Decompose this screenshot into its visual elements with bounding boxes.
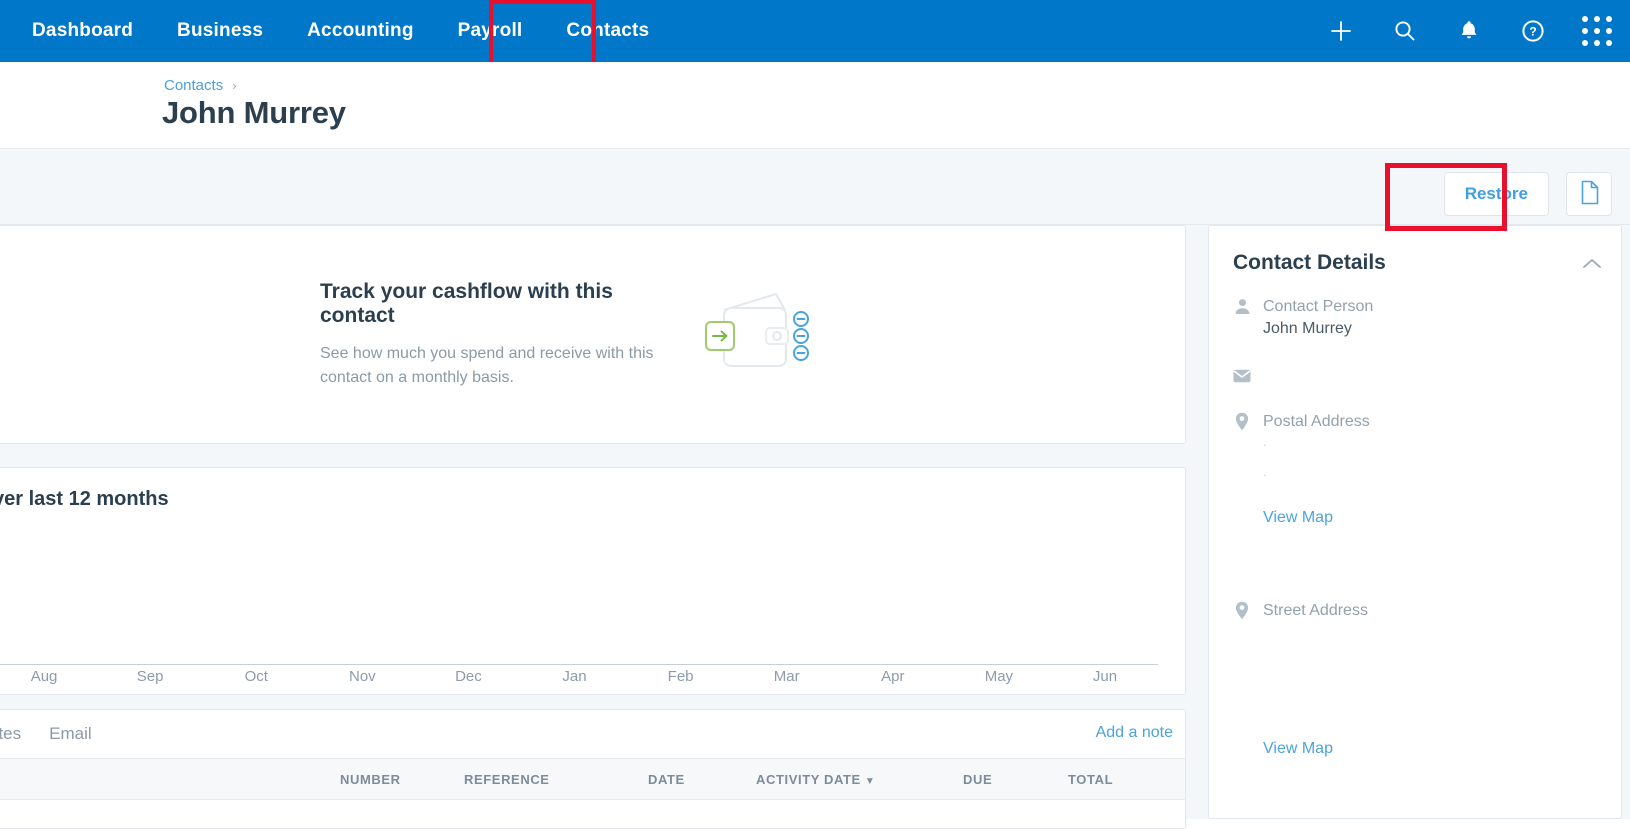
cashflow-chart-card: d over last 12 months Aug Sep Oct Nov De…	[0, 467, 1186, 695]
tab-notes[interactable]: otes	[0, 724, 35, 744]
file-icon	[1579, 180, 1600, 208]
activity-tabs: otes Email	[0, 710, 1185, 758]
chart-tick-label: Dec	[455, 668, 482, 685]
sidebar-column: Contact Details Contact Person John Murr…	[1208, 225, 1622, 819]
breadcrumb: Contacts ›	[164, 77, 237, 94]
chart-tick-label: May	[984, 668, 1014, 685]
column-header-due[interactable]: DUE	[963, 772, 992, 787]
view-map-link-postal[interactable]: View Map	[1263, 509, 1333, 527]
nav-item-payroll[interactable]: Payroll	[436, 0, 545, 62]
search-icon[interactable]	[1390, 16, 1420, 46]
sort-descending-caret-icon: ▼	[864, 775, 876, 787]
nav-item-label: Business	[177, 20, 264, 41]
nav-item-dashboard[interactable]: Dashboard	[10, 0, 155, 62]
nav-item-business[interactable]: Business	[155, 0, 285, 62]
column-header-date[interactable]: DATE	[648, 772, 685, 787]
cashflow-empty-state-card: Track your cashflow with this contact Se…	[0, 225, 1186, 444]
nav-item-label: Contacts	[566, 20, 650, 41]
envelope-icon	[1233, 367, 1251, 385]
address-line: .	[1263, 434, 1267, 449]
top-navigation-bar: Dashboard Business Accounting Payroll Co…	[0, 0, 1630, 68]
chart-title: d over last 12 months	[0, 488, 169, 510]
chart-tick-label: Jan	[562, 668, 587, 685]
page-title: John Murrey	[162, 95, 346, 130]
column-header-total[interactable]: TOTAL	[1068, 772, 1113, 787]
contact-details-panel: Contact Details Contact Person John Murr…	[1208, 225, 1622, 819]
field-label: Postal Address	[1263, 413, 1370, 430]
nav-item-label: Accounting	[307, 20, 414, 41]
field-street-address: Street Address View Map	[1233, 600, 1368, 758]
nav-item-contacts[interactable]: Contacts	[544, 0, 671, 62]
document-button[interactable]	[1566, 172, 1612, 216]
page-header: Contacts › John Murrey	[0, 62, 1630, 149]
chart-tick-label: Nov	[348, 668, 376, 685]
main-content-column: Track your cashflow with this contact Se…	[0, 225, 1190, 829]
breadcrumb-separator-icon: ›	[232, 78, 237, 93]
chevron-up-icon[interactable]	[1581, 252, 1603, 274]
address-line: .	[1263, 464, 1267, 479]
chart-plot-area	[1, 524, 1171, 664]
notifications-bell-icon[interactable]	[1454, 16, 1484, 46]
plus-icon[interactable]	[1326, 16, 1356, 46]
column-header-reference[interactable]: REFERENCE	[464, 772, 550, 787]
primary-nav-items: Dashboard Business Accounting Payroll Co…	[0, 0, 671, 62]
cashflow-title: Track your cashflow with this contact	[320, 280, 613, 328]
chart-tick-label: Oct	[244, 668, 268, 685]
column-header-number[interactable]: NUMBER	[340, 772, 401, 787]
breadcrumb-link-contacts[interactable]: Contacts	[164, 77, 223, 94]
nav-utility-icons: ?	[1326, 0, 1630, 62]
location-pin-icon	[1233, 601, 1251, 619]
action-bar: Restore	[0, 149, 1630, 225]
activity-table-header: NUMBER REFERENCE DATE ACTIVITY DATE ▼ DUE…	[0, 758, 1185, 800]
chart-tick-label: Apr	[881, 668, 905, 685]
column-header-label: ACTIVITY DATE	[756, 771, 861, 787]
chart-x-axis-line	[0, 664, 1158, 665]
view-map-link-street[interactable]: View Map	[1263, 740, 1333, 758]
person-icon	[1233, 297, 1251, 315]
location-pin-icon	[1233, 412, 1251, 430]
nav-item-accounting[interactable]: Accounting	[285, 0, 436, 62]
svg-text:?: ?	[1529, 25, 1536, 39]
nav-item-label: Payroll	[457, 20, 523, 41]
field-label: Street Address	[1263, 602, 1368, 619]
chart-tick-label: Jun	[1092, 668, 1118, 685]
field-value: John Murrey	[1263, 320, 1352, 337]
column-header-activity-date[interactable]: ACTIVITY DATE ▼	[756, 772, 875, 787]
chart-x-axis-tick-labels: Aug Sep Oct Nov Dec Jan Feb Mar Apr May …	[0, 668, 1158, 685]
field-postal-address: Postal Address . . View Map	[1233, 411, 1370, 527]
nav-item-label: Dashboard	[32, 20, 134, 41]
chart-tick-label: Feb	[667, 668, 694, 685]
chart-tick-label: Mar	[773, 668, 800, 685]
wallet-illustration	[702, 288, 820, 381]
activity-card: otes Email Add a note NUMBER REFERENCE D…	[0, 709, 1186, 829]
chart-tick-label: Sep	[136, 668, 164, 685]
cashflow-subtitle: See how much you spend and receive with …	[320, 345, 654, 386]
chart-tick-label: Aug	[30, 668, 58, 685]
add-a-note-link[interactable]: Add a note	[1096, 724, 1173, 742]
tab-email[interactable]: Email	[35, 724, 106, 744]
help-icon[interactable]: ?	[1518, 16, 1548, 46]
contact-details-title: Contact Details	[1233, 251, 1386, 274]
apps-grid-icon[interactable]	[1582, 16, 1612, 46]
page-body: Track your cashflow with this contact Se…	[0, 225, 1630, 829]
field-label: Contact Person	[1263, 298, 1374, 315]
field-contact-person: Contact Person John Murrey	[1233, 296, 1373, 340]
restore-button[interactable]: Restore	[1443, 172, 1549, 216]
